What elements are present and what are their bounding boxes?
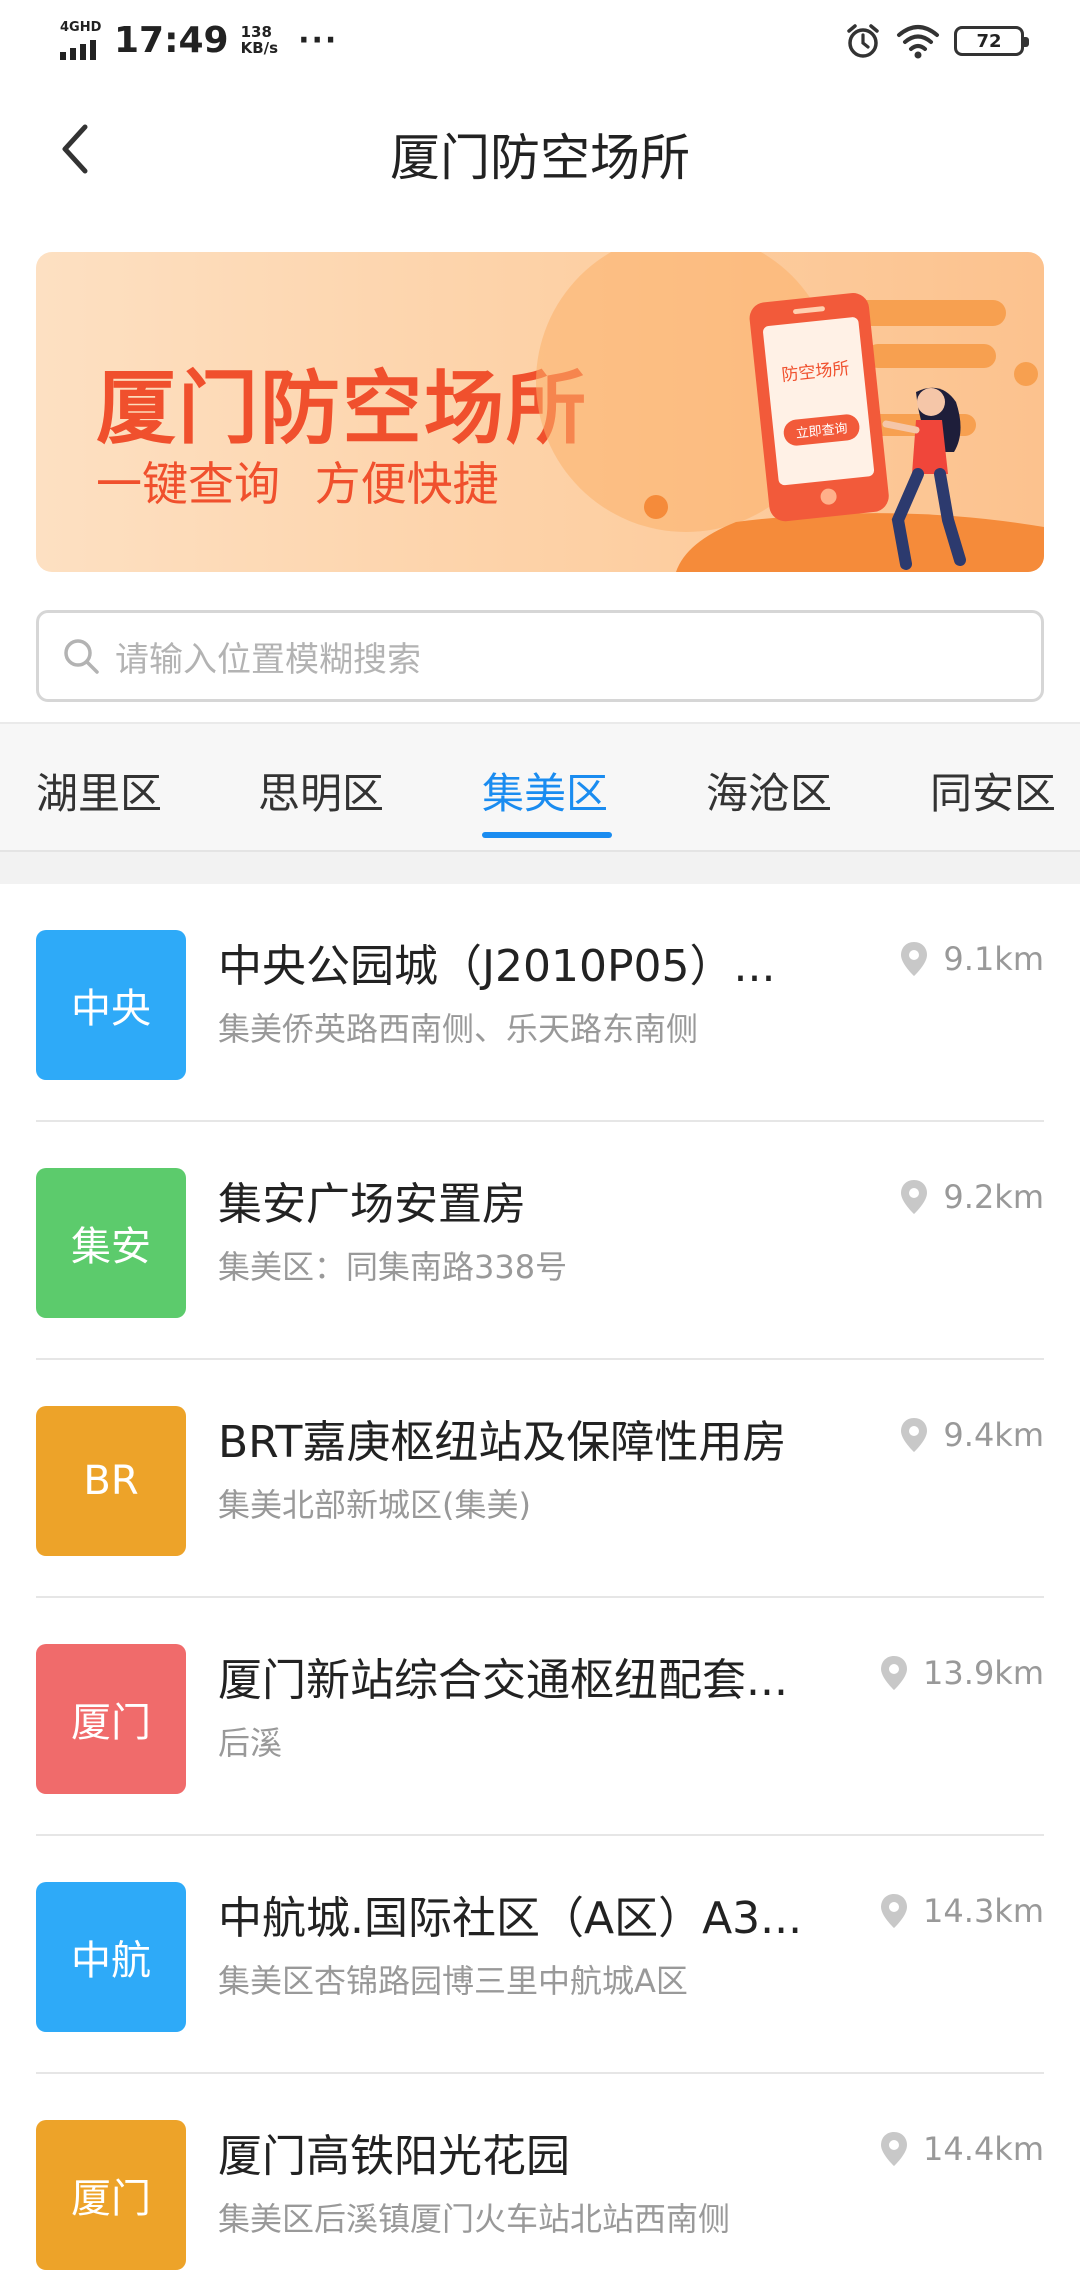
list-item[interactable]: 厦门 厦门新站综合交通枢纽配套... 后溪 13.9km bbox=[0, 1598, 1080, 1836]
tab-siming[interactable]: 思明区 bbox=[258, 760, 384, 821]
list-item[interactable]: 中航 中航城.国际社区（A区）A3... 集美区杏锦路园博三里中航城A区 14.… bbox=[0, 1836, 1080, 2074]
search-placeholder: 请输入位置模糊搜索 bbox=[115, 639, 421, 680]
alarm-icon bbox=[847, 24, 879, 58]
list-item[interactable]: 集安 集安广场安置房 集美区：同集南路338号 9.2km bbox=[0, 1122, 1080, 1360]
distance-value: 9.2km bbox=[943, 1178, 1044, 1216]
tab-tongan[interactable]: 同安区 bbox=[930, 760, 1056, 821]
item-address: 集美区后溪镇厦门火车站北站西南侧 bbox=[218, 2200, 731, 2238]
more-notifications-icon: ··· bbox=[298, 22, 339, 58]
item-distance: 9.2km bbox=[899, 1178, 1044, 1216]
distance-value: 13.9km bbox=[923, 1654, 1044, 1692]
search-icon bbox=[64, 639, 99, 674]
location-pin-icon bbox=[881, 1656, 908, 1690]
active-tab-indicator bbox=[482, 832, 612, 838]
tab-huli[interactable]: 湖里区 bbox=[36, 760, 162, 821]
item-address: 集美区：同集南路338号 bbox=[218, 1248, 568, 1286]
item-address: 后溪 bbox=[218, 1724, 283, 1762]
item-name: 集安广场安置房 bbox=[218, 1179, 526, 1230]
list-item[interactable]: 厦门 厦门高铁阳光花园 集美区后溪镇厦门火车站北站西南侧 14.4km bbox=[0, 2074, 1080, 2280]
list-item[interactable]: 中央 中央公园城（J2010P05）... 集美侨英路西南侧、乐天路东南侧 9.… bbox=[0, 884, 1080, 1122]
list-item[interactable]: BR BRT嘉庚枢纽站及保障性用房 集美北部新城区(集美) 9.4km bbox=[0, 1360, 1080, 1598]
item-badge: BR bbox=[36, 1406, 186, 1556]
distance-value: 9.1km bbox=[943, 940, 1044, 978]
distance-value: 9.4km bbox=[943, 1416, 1044, 1454]
battery-icon: 72 bbox=[954, 26, 1029, 56]
location-pin-icon bbox=[881, 2132, 908, 2166]
network-speed: 138 KB/s bbox=[240, 23, 279, 57]
clock: 17:49 bbox=[114, 19, 229, 61]
tab-haicang[interactable]: 海沧区 bbox=[706, 760, 832, 821]
item-name: 中央公园城（J2010P05）... bbox=[218, 941, 776, 992]
item-badge: 厦门 bbox=[36, 1644, 186, 1794]
distance-value: 14.3km bbox=[923, 1892, 1044, 1930]
banner-illustration: 防空场所 立即查询 bbox=[536, 252, 1044, 572]
item-badge: 中央 bbox=[36, 930, 186, 1080]
item-badge: 集安 bbox=[36, 1168, 186, 1318]
page-title: 厦门防空场所 bbox=[390, 129, 690, 187]
item-distance: 13.9km bbox=[879, 1654, 1044, 1692]
item-distance: 14.4km bbox=[879, 2130, 1044, 2168]
item-address: 集美北部新城区(集美) bbox=[218, 1486, 531, 1524]
item-name: 厦门高铁阳光花园 bbox=[218, 2131, 570, 2182]
signal-icon: 4GHD bbox=[58, 18, 106, 62]
network-type: 4GHD bbox=[60, 20, 102, 35]
item-address: 集美区杏锦路园博三里中航城A区 bbox=[218, 1962, 688, 2000]
item-address: 集美侨英路西南侧、乐天路东南侧 bbox=[218, 1010, 699, 1048]
wifi-icon bbox=[897, 25, 939, 59]
location-pin-icon bbox=[901, 1180, 928, 1214]
location-pin-icon bbox=[881, 1894, 908, 1928]
item-distance: 14.3km bbox=[879, 1892, 1044, 1930]
search-input[interactable]: 请输入位置模糊搜索 bbox=[36, 610, 1044, 702]
item-distance: 9.1km bbox=[899, 940, 1044, 978]
item-distance: 9.4km bbox=[899, 1416, 1044, 1454]
district-tabs: 湖里区 思明区 集美区 海沧区 同安区 bbox=[0, 722, 1080, 852]
location-pin-icon bbox=[901, 942, 928, 976]
item-badge: 中航 bbox=[36, 1882, 186, 2032]
section-gap bbox=[0, 852, 1080, 884]
location-pin-icon bbox=[901, 1418, 928, 1452]
item-name: BRT嘉庚枢纽站及保障性用房 bbox=[218, 1417, 787, 1468]
tab-jimei[interactable]: 集美区 bbox=[482, 760, 608, 821]
status-bar: 4GHD 17:49 138 KB/s ··· 72 bbox=[0, 0, 1080, 84]
promo-banner[interactable]: 厦门防空场所 一键查询 方便快捷 防空场所 立即查询 bbox=[36, 252, 1044, 572]
item-name: 中航城.国际社区（A区）A3... bbox=[218, 1893, 803, 1944]
item-badge: 厦门 bbox=[36, 2120, 186, 2270]
item-name: 厦门新站综合交通枢纽配套... bbox=[218, 1655, 788, 1706]
app-header: 厦门防空场所 bbox=[0, 84, 1080, 214]
distance-value: 14.4km bbox=[923, 2130, 1044, 2168]
shelter-list: 中央 中央公园城（J2010P05）... 集美侨英路西南侧、乐天路东南侧 9.… bbox=[0, 884, 1080, 2280]
